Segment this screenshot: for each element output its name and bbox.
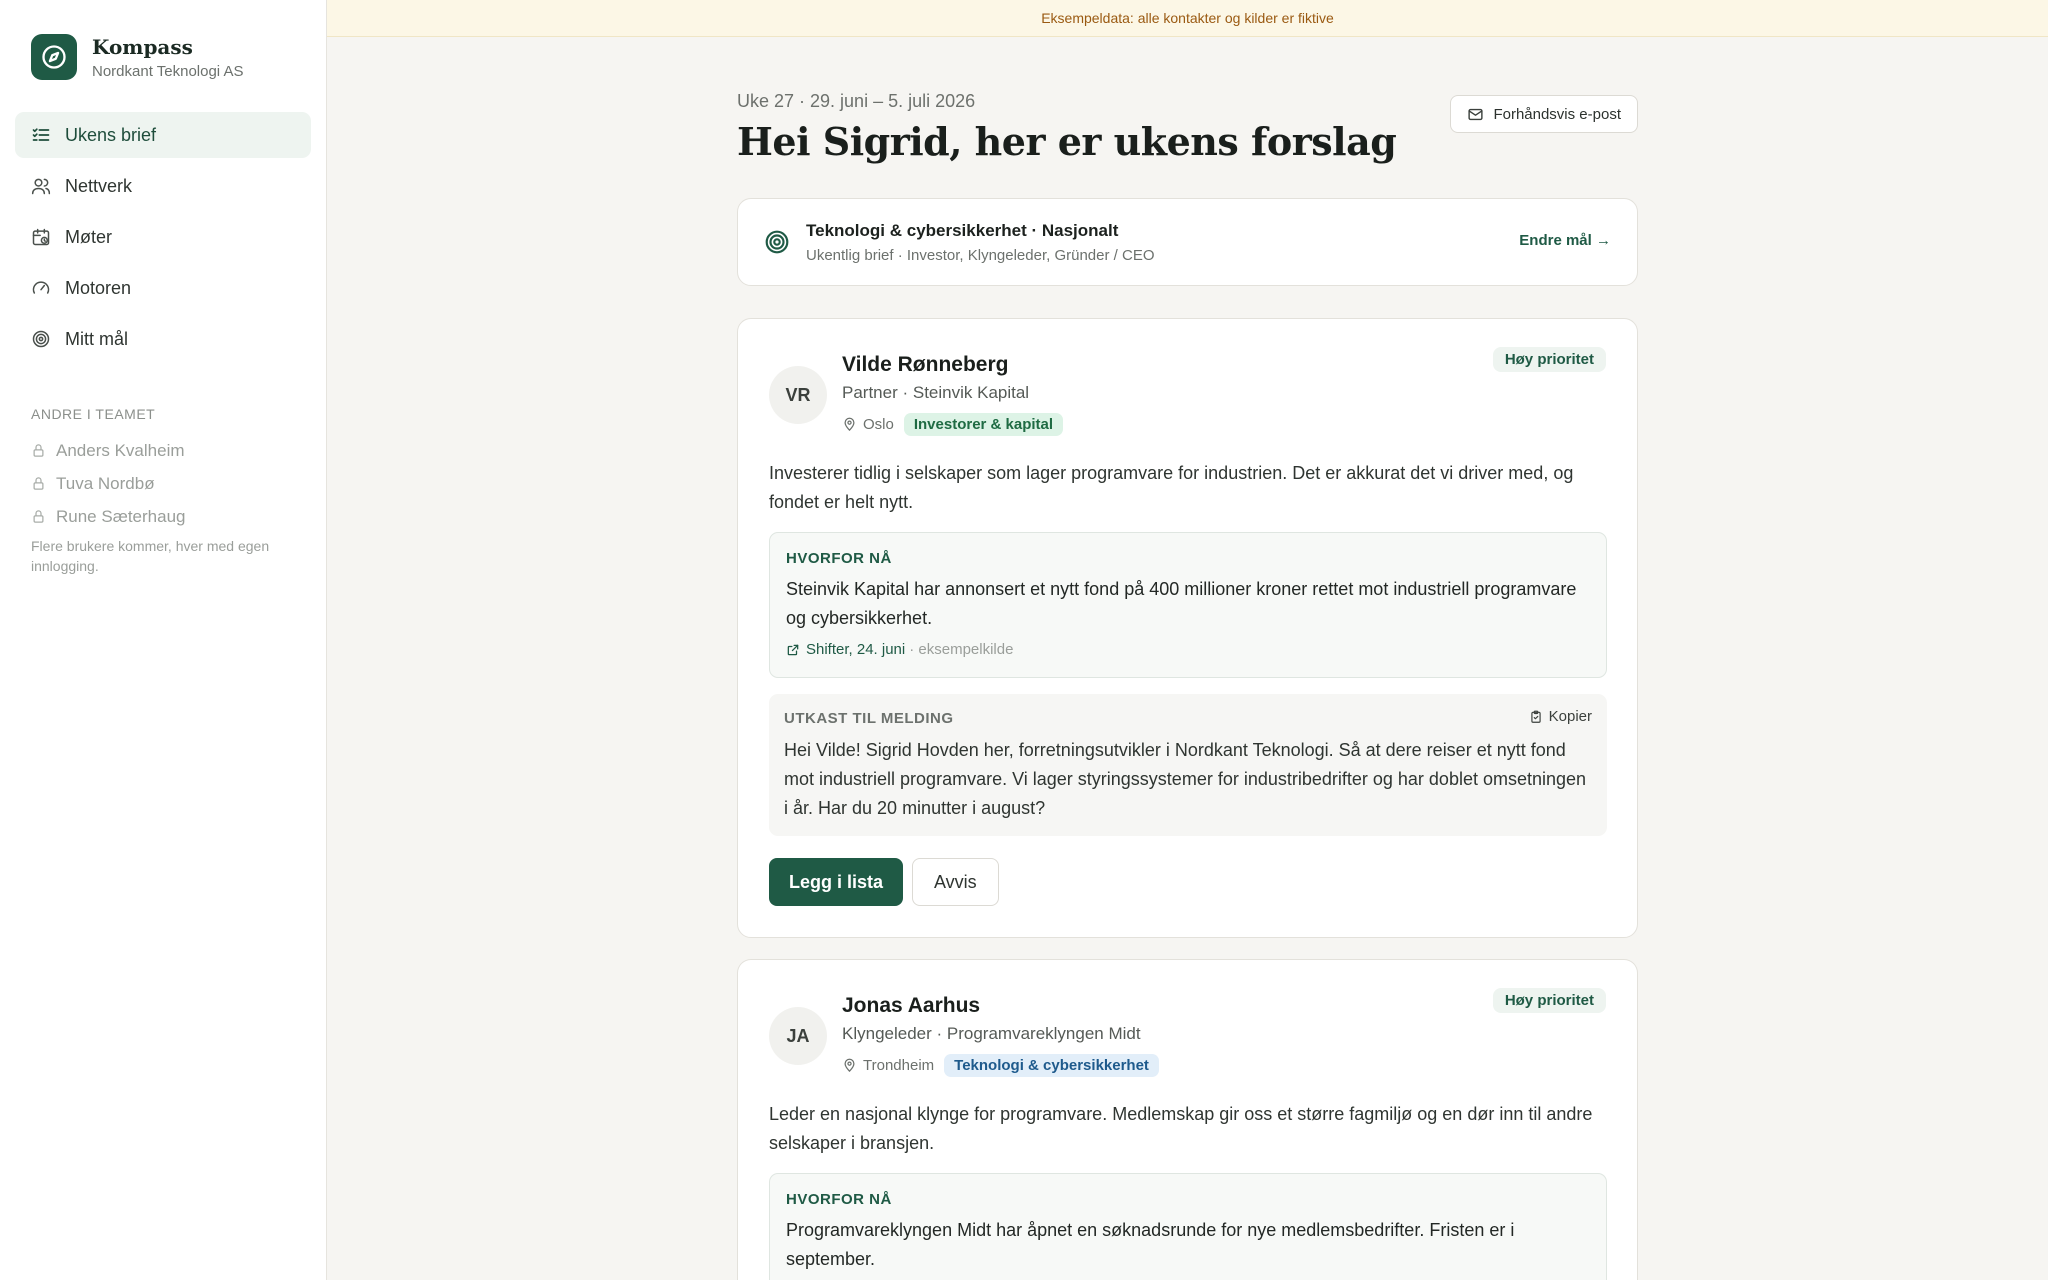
- draft-text: Hei Vilde! Sigrid Hovden her, forretning…: [784, 740, 1587, 818]
- nav-item-label: Motoren: [65, 277, 132, 298]
- nav-item-nettverk[interactable]: Nettverk: [15, 163, 311, 209]
- team-member-name: Rune Sæterhaug: [56, 506, 186, 526]
- person-name: Vilde Rønneberg: [842, 353, 1009, 376]
- priority-badge: Høy prioritet: [1492, 988, 1606, 1013]
- priority-badge: Høy prioritet: [1492, 347, 1606, 372]
- preview-email-label: Forhåndsvis e-post: [1493, 105, 1621, 123]
- users-icon: [31, 178, 51, 195]
- message-draft-box: UTKAST TIL MELDING Kopier Hei Vilde! Sig…: [769, 694, 1607, 836]
- nav-item-label: Nettverk: [65, 175, 133, 196]
- brand-org: Nordkant Teknologi AS: [92, 62, 244, 80]
- map-pin-icon: [844, 1058, 855, 1072]
- checklist-icon: [32, 128, 50, 141]
- why-now-box: HVORFOR NÅ Steinvik Kapital har annonser…: [769, 532, 1607, 678]
- why-now-label: HVORFOR NÅ: [786, 550, 892, 567]
- person-meta: Trondheim Teknologi & cybersikkerhet: [842, 1054, 1159, 1077]
- category-tag: Teknologi & cybersikkerhet: [944, 1054, 1159, 1077]
- avatar: JA: [769, 1007, 827, 1065]
- why-now-label: HVORFOR NÅ: [786, 1191, 892, 1208]
- team-list: Anders Kvalheim Tuva Nordbø Rune Sæterha…: [31, 434, 301, 533]
- person-role: Partner · Steinvik Kapital: [842, 383, 1030, 402]
- avatar: VR: [769, 366, 827, 424]
- why-now-box: HVORFOR NÅ Programvareklyngen Midt har å…: [769, 1173, 1607, 1280]
- nav-item-label: Ukens brief: [65, 124, 157, 145]
- team-section-label: ANDRE I TEAMET: [31, 406, 156, 422]
- draft-label: UTKAST TIL MELDING: [784, 710, 954, 727]
- lock-icon: [33, 477, 44, 490]
- team-member: Tuva Nordbø: [31, 467, 301, 500]
- map-pin-icon: [844, 417, 855, 431]
- category-tag: Investorer & kapital: [903, 413, 1064, 436]
- nav-item-label: Møter: [65, 226, 112, 247]
- lock-icon: [33, 510, 44, 523]
- brand[interactable]: Kompass Nordkant Teknologi AS: [31, 34, 244, 80]
- compass-icon: [31, 34, 77, 80]
- person-description: Leder en nasjonal klynge for programvare…: [769, 1104, 1593, 1153]
- reject-button[interactable]: Avvis: [912, 858, 999, 906]
- goal-subtitle: Ukentlig brief · Investor, Klyngeleder, …: [806, 247, 1155, 264]
- person-location: Trondheim: [863, 1057, 935, 1074]
- person-location: Oslo: [863, 416, 894, 433]
- source-note: · eksempelkilde: [909, 641, 1014, 658]
- suggestion-card: VR Vilde Rønneberg Partner · Steinvik Ka…: [737, 318, 1638, 938]
- brand-name: Kompass: [92, 34, 193, 59]
- team-member-name: Anders Kvalheim: [56, 440, 185, 460]
- external-link-icon: [787, 644, 799, 655]
- lock-icon: [33, 444, 44, 457]
- week-line: Uke 27 · 29. juni – 5. juli 2026: [737, 91, 976, 111]
- copy-button[interactable]: Kopier: [1529, 708, 1592, 725]
- sidebar: Kompass Nordkant Teknologi AS Ukens brie…: [0, 0, 327, 1280]
- team-member: Rune Sæterhaug: [31, 500, 301, 533]
- main-nav: Ukens brief Nettverk Møter Motoren Mitt …: [15, 112, 311, 367]
- person-name: Jonas Aarhus: [842, 994, 981, 1017]
- clipboard-icon: [1530, 710, 1541, 723]
- why-now-text: Steinvik Kapital har annonsert et nytt f…: [786, 579, 1577, 628]
- add-to-list-button[interactable]: Legg i lista: [769, 858, 904, 906]
- team-member-name: Tuva Nordbø: [56, 473, 155, 493]
- target-icon: [32, 330, 50, 348]
- person-meta: Oslo Investorer & kapital: [842, 413, 1064, 436]
- preview-email-button[interactable]: Forhåndsvis e-post: [1450, 95, 1638, 133]
- calendar-clock-icon: [32, 228, 50, 246]
- nav-item-moter[interactable]: Møter: [15, 214, 311, 260]
- person-description: Investerer tidlig i selskaper som lager …: [769, 463, 1574, 512]
- sample-data-banner: Eksempeldata: alle kontakter og kilder e…: [327, 0, 2048, 37]
- page-title: Hei Sigrid, her er ukens forslag: [737, 119, 1397, 164]
- gauge-icon: [32, 281, 50, 294]
- nav-item-mitt-mal[interactable]: Mitt mål: [15, 316, 311, 362]
- team-note: Flere brukere kommer, hver med egen innl…: [31, 538, 270, 574]
- suggestion-card: JA Jonas Aarhus Klyngeleder · Programvar…: [737, 959, 1638, 1280]
- goal-title: Teknologi & cybersikkerhet · Nasjonalt: [806, 221, 1119, 240]
- source-link[interactable]: Shifter, 24. juni: [806, 641, 905, 658]
- target-icon: [765, 230, 789, 254]
- mail-icon: [1468, 108, 1484, 120]
- source-line: Shifter, 24. juni · eksempelkilde: [786, 641, 1013, 658]
- nav-item-motoren[interactable]: Motoren: [15, 265, 311, 311]
- person-role: Klyngeleder · Programvareklyngen Midt: [842, 1024, 1141, 1043]
- team-member: Anders Kvalheim: [31, 434, 301, 467]
- change-goal-link[interactable]: Endre mål →: [1519, 232, 1611, 249]
- why-now-text: Programvareklyngen Midt har åpnet en søk…: [786, 1220, 1515, 1269]
- nav-item-label: Mitt mål: [65, 328, 128, 349]
- nav-item-ukens-brief[interactable]: Ukens brief: [15, 112, 311, 158]
- goal-card: Teknologi & cybersikkerhet · Nasjonalt U…: [737, 198, 1638, 286]
- copy-label: Kopier: [1548, 708, 1592, 725]
